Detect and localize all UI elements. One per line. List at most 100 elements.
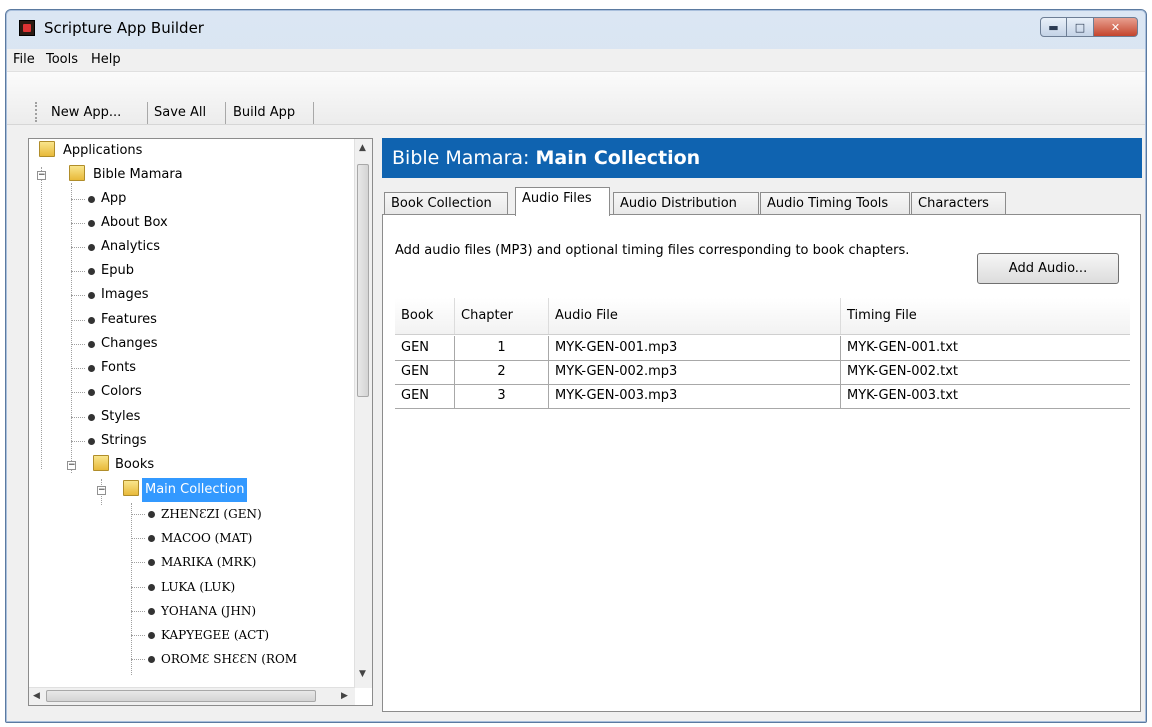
add-audio-button[interactable]: Add Audio... bbox=[977, 253, 1119, 284]
column-header-audio-file[interactable]: Audio File bbox=[549, 298, 841, 334]
folder-icon bbox=[123, 480, 139, 496]
bullet-icon bbox=[148, 656, 155, 663]
tree-line bbox=[71, 392, 85, 393]
bullet-icon bbox=[88, 292, 95, 299]
tree-line bbox=[71, 271, 85, 272]
tree-item-label: LUKA (LUK) bbox=[161, 580, 236, 594]
tree-item-label: OROMƐ SHƐƐN (ROM bbox=[161, 652, 298, 666]
cell-book: GEN bbox=[395, 336, 455, 360]
tree-line bbox=[131, 587, 145, 588]
tab-audio-timing-tools[interactable]: Audio Timing Tools bbox=[760, 192, 910, 216]
close-button[interactable]: ✕ bbox=[1094, 17, 1138, 37]
tree-item-label: Features bbox=[101, 312, 157, 327]
tree-line bbox=[131, 562, 145, 563]
folder-icon bbox=[93, 455, 109, 471]
tree-line bbox=[131, 514, 145, 515]
tab-audio-files[interactable]: Audio Files bbox=[515, 187, 610, 216]
cell-audio-file: MYK-GEN-003.mp3 bbox=[549, 384, 841, 408]
tree-line bbox=[131, 503, 132, 675]
app-window: Scripture App Builder ▬ □ ✕ File Tools H… bbox=[5, 9, 1147, 723]
table-row[interactable]: GEN 1 MYK-GEN-001.mp3 MYK-GEN-001.txt bbox=[395, 336, 1130, 361]
tree-item-label: Colors bbox=[101, 384, 142, 399]
tab-characters[interactable]: Characters bbox=[911, 192, 1006, 216]
table-row[interactable]: GEN 2 MYK-GEN-002.mp3 MYK-GEN-002.txt bbox=[395, 360, 1130, 385]
bullet-icon bbox=[88, 244, 95, 251]
cell-chapter: 3 bbox=[455, 384, 549, 408]
tree-horizontal-scrollbar[interactable]: ◀ ▶ bbox=[29, 687, 355, 705]
panel-header-prefix: Bible Mamara: bbox=[392, 147, 536, 169]
column-header-chapter[interactable]: Chapter bbox=[455, 298, 549, 334]
toolbar-grip[interactable] bbox=[35, 102, 39, 122]
audio-description: Add audio files (MP3) and optional timin… bbox=[395, 243, 910, 258]
toolbar-separator bbox=[225, 102, 226, 124]
cell-timing-file: MYK-GEN-002.txt bbox=[847, 364, 959, 379]
expander-icon[interactable]: − bbox=[97, 486, 106, 495]
tree-item-label: Styles bbox=[101, 409, 141, 424]
bullet-icon bbox=[148, 559, 155, 566]
menu-help[interactable]: Help bbox=[91, 52, 121, 67]
tree-line bbox=[71, 320, 85, 321]
project-tree[interactable]: Applications − Bible Mamara App About Bo… bbox=[28, 138, 373, 706]
tab-strip: Book Collection Audio Files Audio Distri… bbox=[382, 186, 1142, 216]
audio-files-page: Add audio files (MP3) and optional timin… bbox=[382, 214, 1141, 712]
panel-header: Bible Mamara: Main Collection bbox=[382, 138, 1142, 178]
column-header-timing-file[interactable]: Timing File bbox=[841, 298, 1130, 334]
tree-item-label: Main Collection bbox=[142, 478, 248, 502]
bullet-icon bbox=[148, 511, 155, 518]
tree-line bbox=[131, 659, 145, 660]
detail-panel: Bible Mamara: Main Collection Book Colle… bbox=[382, 138, 1142, 713]
new-app-button[interactable]: New App... bbox=[51, 102, 121, 124]
cell-book: GEN bbox=[395, 360, 455, 384]
tree-item-label: Analytics bbox=[101, 239, 161, 254]
title-bar[interactable]: Scripture App Builder ▬ □ ✕ bbox=[6, 10, 1146, 48]
scroll-arrow-icon[interactable]: ◀ bbox=[33, 691, 40, 701]
tab-audio-distribution[interactable]: Audio Distribution bbox=[613, 192, 759, 216]
bullet-icon bbox=[148, 584, 155, 591]
minimize-button[interactable]: ▬ bbox=[1040, 17, 1067, 37]
tree-item-label: Strings bbox=[101, 433, 147, 448]
tree-line bbox=[71, 344, 85, 345]
tree-line bbox=[131, 538, 145, 539]
tree-item-label: Fonts bbox=[101, 360, 137, 375]
tree-item-label: App bbox=[101, 191, 127, 206]
table-row[interactable]: GEN 3 MYK-GEN-003.mp3 MYK-GEN-003.txt bbox=[395, 384, 1130, 409]
tree-item-label: About Box bbox=[101, 215, 168, 230]
tree-item-label: KAPYEGEE (ACT) bbox=[161, 628, 270, 642]
tree-item-label: Books bbox=[115, 457, 155, 472]
folder-icon bbox=[39, 141, 55, 157]
expander-icon[interactable]: − bbox=[37, 171, 46, 180]
horizontal-scroll-thumb[interactable] bbox=[46, 690, 316, 702]
column-header-book[interactable]: Book bbox=[395, 298, 455, 334]
folder-icon bbox=[69, 165, 85, 181]
tree-item-label: Bible Mamara bbox=[93, 167, 183, 182]
scroll-arrow-icon[interactable]: ▶ bbox=[341, 691, 348, 701]
tree-item-label: Applications bbox=[63, 143, 143, 158]
tab-book-collection[interactable]: Book Collection bbox=[384, 192, 508, 216]
vertical-scroll-thumb[interactable] bbox=[357, 164, 369, 397]
tree-line bbox=[131, 635, 145, 636]
bullet-icon bbox=[88, 268, 95, 275]
tree-line bbox=[71, 183, 72, 473]
maximize-button[interactable]: □ bbox=[1067, 17, 1094, 37]
tree-item-label: MARIKA (MRK) bbox=[161, 555, 257, 569]
cell-chapter: 2 bbox=[455, 360, 549, 384]
bullet-icon bbox=[148, 608, 155, 615]
tree-item-label: YOHANA (JHN) bbox=[161, 604, 257, 618]
tree-vertical-scrollbar[interactable]: ▲ ▼ bbox=[354, 139, 372, 688]
toolbar-separator bbox=[147, 102, 148, 124]
expander-icon[interactable]: − bbox=[67, 461, 76, 470]
menu-file[interactable]: File bbox=[13, 52, 35, 67]
scroll-arrow-icon[interactable]: ▲ bbox=[359, 143, 366, 153]
scroll-arrow-icon[interactable]: ▼ bbox=[359, 669, 366, 679]
menu-tools[interactable]: Tools bbox=[46, 52, 78, 67]
tree-line bbox=[71, 295, 85, 296]
build-app-button[interactable]: Build App bbox=[233, 102, 295, 124]
client-area: Applications − Bible Mamara App About Bo… bbox=[7, 125, 1145, 721]
bullet-icon bbox=[88, 196, 95, 203]
save-all-button[interactable]: Save All bbox=[154, 102, 206, 124]
close-icon: ✕ bbox=[1110, 20, 1121, 34]
bullet-icon bbox=[88, 438, 95, 445]
cell-book: GEN bbox=[395, 384, 455, 408]
tree-item-label: Changes bbox=[101, 336, 158, 351]
cell-timing-file: MYK-GEN-003.txt bbox=[847, 388, 959, 403]
